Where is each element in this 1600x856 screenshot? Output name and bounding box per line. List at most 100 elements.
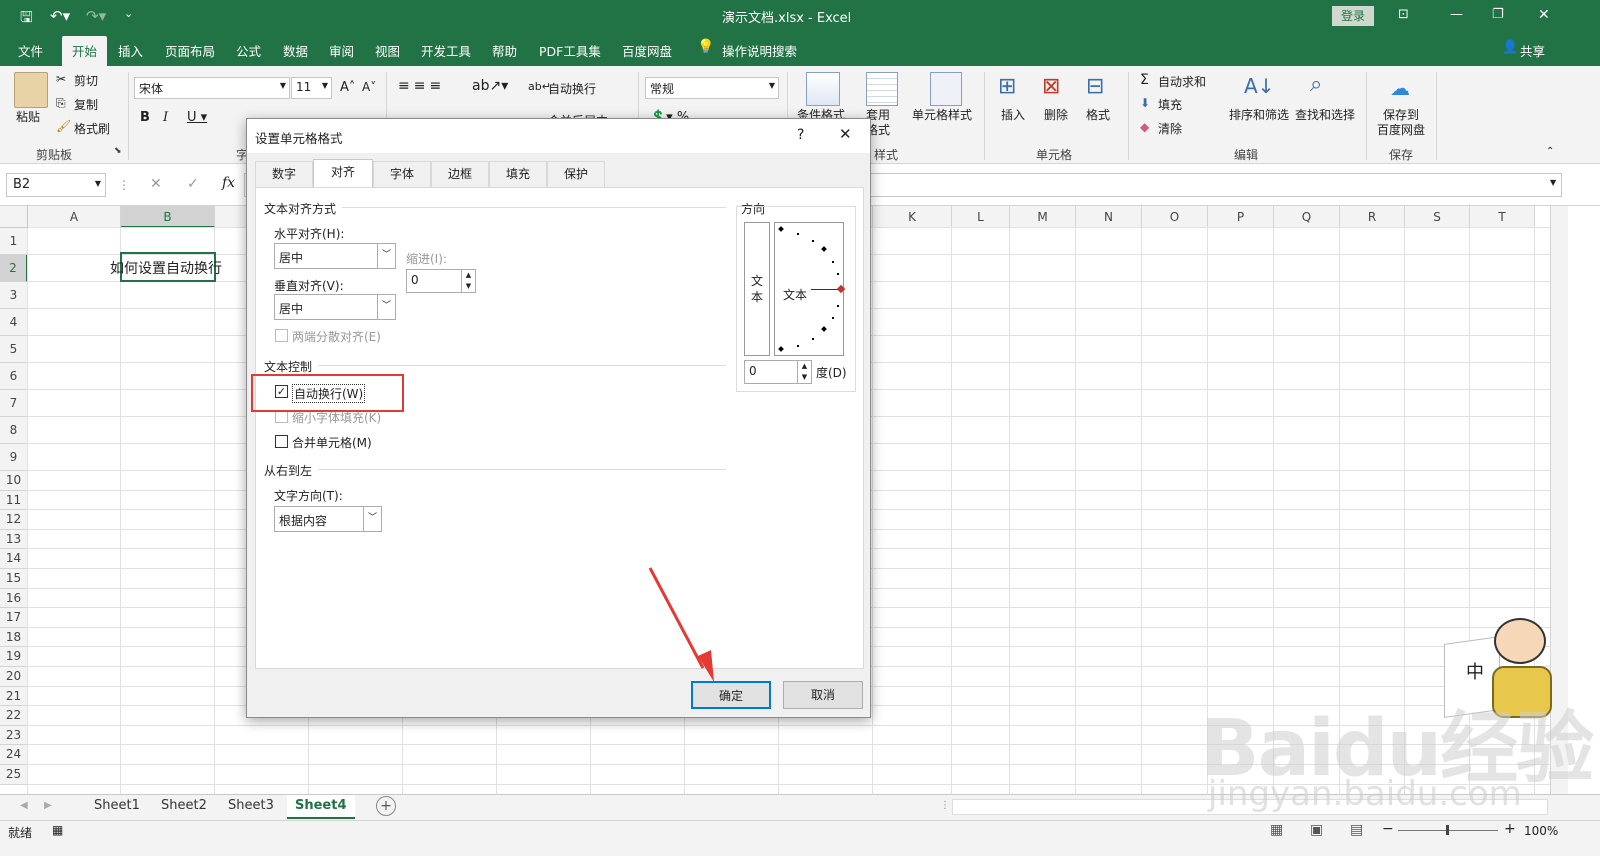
dialog-launcher-icon[interactable]: ⬊ [114, 146, 122, 156]
add-sheet-icon[interactable]: + [376, 796, 396, 816]
sheet-tab-3[interactable]: Sheet3 [220, 795, 282, 819]
orientation-handle[interactable] [836, 284, 846, 294]
login-button[interactable]: 登录 [1332, 6, 1374, 26]
page-layout-view-icon[interactable]: ▣ [1310, 822, 1323, 838]
table-format-icon[interactable] [866, 72, 898, 106]
sheet-tab-1[interactable]: Sheet1 [86, 795, 148, 819]
indent-spinner[interactable]: 0 ▲ ▼ [406, 269, 476, 293]
row-header[interactable]: 11 [0, 490, 28, 511]
column-header[interactable]: N [1076, 206, 1142, 228]
format-button[interactable]: 格式 [1086, 106, 1110, 123]
font-size-combo[interactable]: 11 ▼ [291, 77, 332, 99]
row-header[interactable]: 2 [0, 255, 28, 282]
spinner-arrows-icon[interactable]: ▲ ▼ [797, 361, 811, 383]
vertical-align-select[interactable]: 居中 ﹀ [274, 294, 396, 320]
page-break-view-icon[interactable]: ▤ [1350, 822, 1363, 838]
zoom-slider-thumb[interactable] [1446, 825, 1449, 835]
confirm-entry-icon[interactable]: ✓ [187, 176, 199, 192]
sheet-tab-4-active[interactable]: Sheet4 [287, 795, 355, 819]
wrap-text-button[interactable]: 自动换行 [548, 80, 596, 97]
help-button[interactable]: ? [797, 127, 804, 143]
paste-icon[interactable] [14, 72, 48, 108]
customize-qat-icon[interactable]: ⌄ [124, 7, 133, 20]
row-header[interactable]: 19 [0, 647, 28, 667]
search-icon[interactable]: ⌕ [1310, 72, 1322, 97]
column-header[interactable]: S [1405, 206, 1470, 228]
redo-icon[interactable]: ↷▾ [86, 7, 106, 25]
minimize-icon[interactable]: — [1450, 7, 1463, 22]
collapse-ribbon-icon[interactable]: ⌃ [1546, 146, 1554, 157]
cut-button[interactable]: 剪切 [74, 72, 98, 89]
prev-sheet-icon[interactable]: ◀ [20, 800, 28, 811]
name-box[interactable]: B2 ▼ [6, 173, 106, 197]
row-header[interactable]: 24 [0, 745, 28, 765]
column-header[interactable]: A [28, 206, 121, 228]
dialog-close-icon[interactable]: ✕ [839, 125, 852, 143]
column-header[interactable]: P [1208, 206, 1274, 228]
orientation-dial[interactable]: 文本 [774, 222, 846, 356]
tab-number[interactable]: 数字 [255, 161, 313, 187]
justify-distributed-checkbox[interactable] [275, 329, 288, 342]
row-header[interactable]: 12 [0, 510, 28, 530]
row-header[interactable]: 7 [0, 390, 28, 417]
zoom-in-icon[interactable]: + [1504, 821, 1516, 837]
column-header[interactable]: M [1010, 206, 1076, 228]
spinner-arrows-icon[interactable]: ▲ ▼ [461, 270, 475, 292]
align-top-icons[interactable]: ≡≡≡ [398, 78, 445, 94]
clear-button[interactable]: 清除 [1158, 120, 1182, 137]
row-header[interactable]: 4 [0, 309, 28, 336]
next-sheet-icon[interactable]: ▶ [44, 800, 52, 811]
tab-baidu-netdisk[interactable]: 百度网盘 [622, 41, 672, 60]
tell-me-search[interactable]: 操作说明搜索 [722, 41, 797, 60]
italic-icon[interactable]: I [163, 110, 168, 125]
row-header[interactable]: 16 [0, 588, 28, 609]
tab-view[interactable]: 视图 [375, 41, 400, 60]
tab-formulas[interactable]: 公式 [236, 41, 261, 60]
more-sheets-icon[interactable]: ⋮ [940, 800, 950, 811]
tab-protection[interactable]: 保护 [547, 161, 605, 187]
column-header[interactable]: K [873, 206, 952, 228]
paste-button[interactable]: 粘贴 [16, 108, 40, 125]
vertical-text-box[interactable]: 文本 [744, 222, 770, 356]
zoom-out-icon[interactable]: − [1382, 821, 1394, 837]
sort-filter-icon[interactable]: A↓ [1244, 74, 1274, 98]
row-header[interactable]: 5 [0, 336, 28, 363]
insert-cells-icon[interactable]: ⊞ [998, 74, 1016, 99]
sheet-tab-2[interactable]: Sheet2 [153, 795, 215, 819]
cancel-button[interactable]: 取消 [783, 681, 863, 709]
tab-fill[interactable]: 填充 [489, 161, 547, 187]
copy-icon[interactable]: ⎘ [56, 96, 66, 111]
column-header[interactable]: Q [1274, 206, 1340, 228]
tab-page-layout[interactable]: 页面布局 [165, 41, 215, 60]
column-header[interactable]: B [121, 206, 215, 228]
row-header[interactable]: 8 [0, 417, 28, 444]
delete-button[interactable]: 删除 [1044, 106, 1068, 123]
row-header[interactable]: 25 [0, 765, 28, 785]
normal-view-icon[interactable]: ▦ [1270, 822, 1283, 838]
degrees-spinner[interactable]: 0 ▲ ▼ [744, 360, 812, 384]
orientation-icon[interactable]: ab↗▾ [472, 78, 508, 94]
column-header[interactable]: T [1470, 206, 1535, 228]
undo-icon[interactable]: ↶▾ [50, 7, 70, 25]
row-header[interactable]: 20 [0, 667, 28, 687]
row-header[interactable]: 3 [0, 282, 28, 309]
row-header[interactable]: 9 [0, 444, 28, 471]
tab-pdf-tools[interactable]: PDF工具集 [539, 41, 601, 60]
tab-help[interactable]: 帮助 [492, 41, 517, 60]
row-header[interactable]: 10 [0, 471, 28, 491]
number-format-combo[interactable]: 常规 ▼ [645, 77, 779, 99]
tab-home[interactable]: 开始 [62, 36, 108, 66]
row-header[interactable]: 6 [0, 363, 28, 390]
row-header[interactable]: 22 [0, 706, 28, 726]
bold-icon[interactable]: B [140, 110, 150, 125]
sort-filter-button[interactable]: 排序和筛选 [1229, 106, 1289, 123]
find-select-button[interactable]: 查找和选择 [1295, 106, 1355, 123]
fill-button[interactable]: 填充 [1158, 96, 1182, 113]
insert-button[interactable]: 插入 [1001, 106, 1025, 123]
cancel-entry-icon[interactable]: ✕ [150, 176, 162, 192]
format-cells-icon[interactable]: ⊟ [1086, 74, 1104, 99]
lightbulb-icon[interactable]: 💡 [697, 39, 714, 55]
baidu-netdisk-icon[interactable]: ☁ [1390, 76, 1410, 100]
row-header[interactable]: 21 [0, 686, 28, 707]
expand-formula-icon[interactable]: ▼ [1550, 178, 1556, 187]
